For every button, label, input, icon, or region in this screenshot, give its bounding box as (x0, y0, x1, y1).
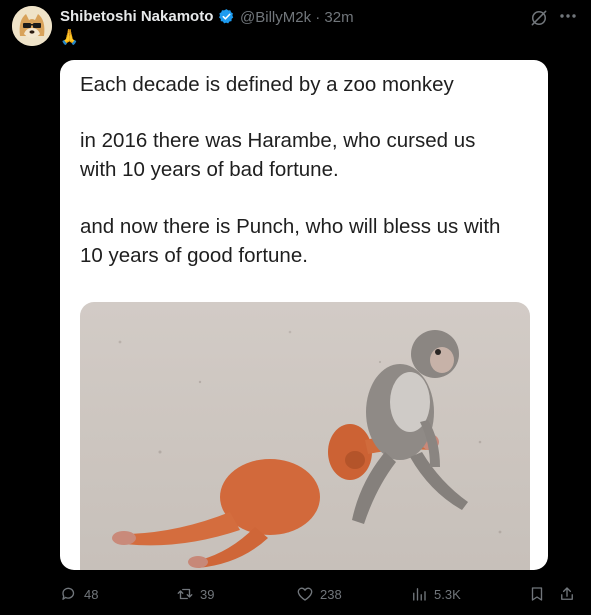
more-options-icon[interactable] (558, 8, 578, 24)
reply-button[interactable]: 48 (60, 580, 98, 608)
bookmark-icon (531, 587, 543, 601)
grok-icon[interactable] (529, 8, 549, 28)
handle-and-timestamp[interactable]: @BillyM2k · 32m (240, 9, 354, 26)
like-button[interactable]: 238 (296, 580, 342, 608)
avatar[interactable] (12, 6, 52, 46)
media-caption-line-2: in 2016 there was Harambe, who cursed us… (80, 129, 476, 181)
post-text: 🙏 (60, 29, 79, 46)
reply-icon (62, 587, 75, 600)
media-caption-line-1: Each decade is defined by a zoo monkey (80, 73, 454, 96)
author-name[interactable]: Shibetoshi Nakamoto (60, 8, 213, 25)
views-icon (413, 588, 426, 601)
action-bar: 48 39 238 5.3K (0, 580, 591, 608)
monkey-photo (80, 302, 530, 570)
repost-icon (177, 588, 193, 600)
reply-count: 48 (84, 586, 99, 602)
post-media[interactable]: Each decade is defined by a zoo monkey i… (60, 60, 548, 570)
repost-button[interactable]: 39 (176, 580, 214, 608)
media-caption-line-3: and now there is Punch, who will bless u… (80, 215, 501, 267)
verified-badge-icon (219, 9, 234, 24)
like-count: 238 (320, 586, 342, 602)
views-count: 5.3K (434, 586, 461, 602)
share-button[interactable] (558, 580, 582, 608)
views-button[interactable]: 5.3K (410, 580, 461, 608)
share-icon (561, 587, 573, 600)
bookmark-button[interactable] (528, 580, 552, 608)
heart-icon (297, 587, 313, 601)
repost-count: 39 (200, 586, 215, 602)
